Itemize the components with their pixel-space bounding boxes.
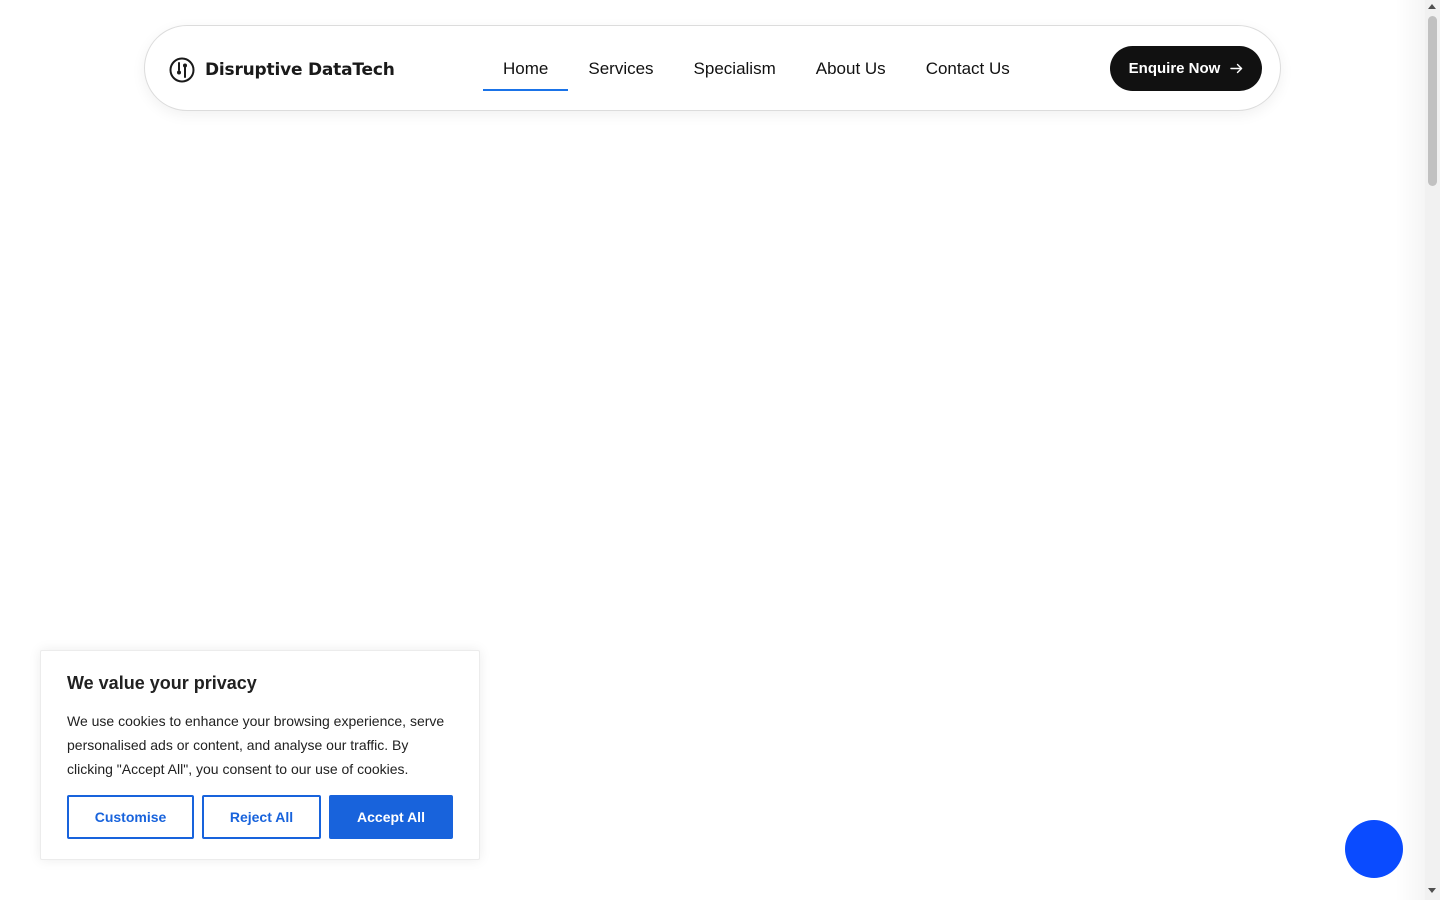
scrollbar-thumb[interactable] bbox=[1428, 16, 1437, 186]
site-header: Disruptive DataTech Home Services Specia… bbox=[144, 25, 1281, 111]
cookie-description: We use cookies to enhance your browsing … bbox=[67, 713, 445, 777]
cookie-actions: Customise Reject All Accept All bbox=[67, 795, 453, 839]
main-nav: Home Services Specialism About Us Contac… bbox=[483, 26, 1030, 112]
reject-all-button[interactable]: Reject All bbox=[202, 795, 321, 839]
enquire-now-button[interactable]: Enquire Now bbox=[1110, 46, 1262, 91]
enquire-now-label: Enquire Now bbox=[1128, 60, 1221, 77]
page: Disruptive DataTech Home Services Specia… bbox=[0, 0, 1440, 900]
page-edge-shadow bbox=[1395, 0, 1425, 900]
vertical-scrollbar[interactable] bbox=[1425, 0, 1440, 900]
logo-link[interactable]: Disruptive DataTech bbox=[169, 56, 395, 84]
arrow-right-icon bbox=[1230, 63, 1243, 74]
scroll-up-arrow-icon[interactable] bbox=[1428, 4, 1436, 9]
nav-item-about-us[interactable]: About Us bbox=[796, 26, 906, 112]
logo-text: Disruptive DataTech bbox=[205, 60, 395, 80]
customise-button[interactable]: Customise bbox=[67, 795, 194, 839]
logo-icon bbox=[169, 57, 195, 83]
cookie-title: We value your privacy bbox=[67, 673, 257, 693]
nav-item-specialism[interactable]: Specialism bbox=[674, 26, 796, 112]
cookie-consent-banner: We value your privacy We use cookies to … bbox=[40, 650, 480, 860]
nav-item-contact-us[interactable]: Contact Us bbox=[906, 26, 1030, 112]
nav-item-services[interactable]: Services bbox=[568, 26, 673, 112]
accept-all-button[interactable]: Accept All bbox=[329, 795, 453, 839]
nav-item-home[interactable]: Home bbox=[483, 26, 569, 112]
scroll-down-arrow-icon[interactable] bbox=[1428, 888, 1436, 893]
